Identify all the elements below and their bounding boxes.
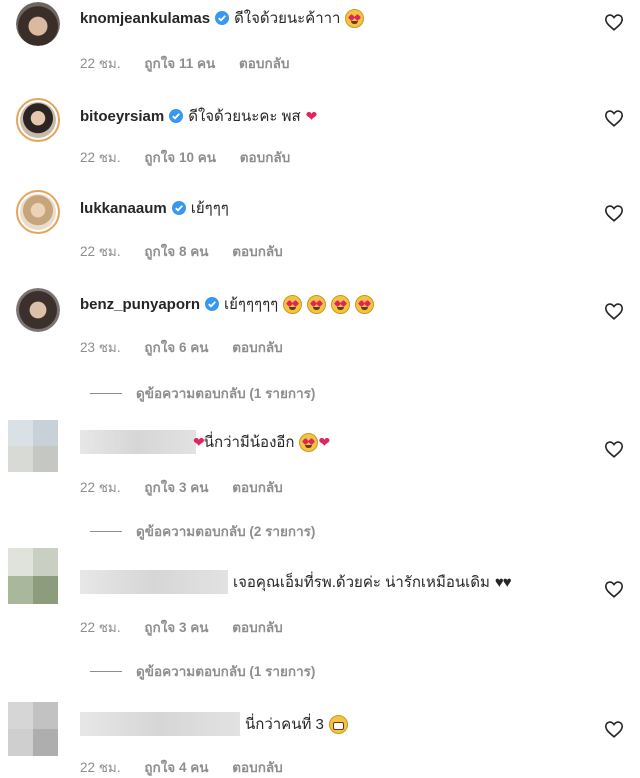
heart-outline-icon[interactable] xyxy=(604,204,624,222)
reply-button[interactable]: ตอบกลับ xyxy=(232,620,282,635)
reply-button[interactable]: ตอบกลับ xyxy=(239,56,289,71)
reply-button[interactable]: ตอบกลับ xyxy=(240,150,290,165)
heart-outline-icon[interactable] xyxy=(604,440,624,458)
heart-outline-icon[interactable] xyxy=(604,13,624,31)
comment-text: นี่กว่าคนที่ 3 xyxy=(245,716,324,733)
blurred-username xyxy=(80,712,240,736)
heart-eyes-emoji-icon xyxy=(355,294,375,314)
comment-text: เย้ๆๆๆ xyxy=(190,200,229,217)
heart-outline-icon[interactable] xyxy=(604,302,624,320)
comment-time[interactable]: 22 ชม. xyxy=(80,244,121,259)
divider xyxy=(90,530,122,532)
view-replies-button[interactable]: ดูข้อความตอบกลับ (1 รายการ) xyxy=(90,382,315,404)
comment-text: เจอคุณเอ็มที่รพ.ด้วยค่ะ น่ารักเหมือนเดิม xyxy=(233,574,490,591)
comment-time[interactable]: 22 ชม. xyxy=(80,480,121,495)
avatar[interactable] xyxy=(16,2,60,46)
grimacing-emoji-icon xyxy=(328,714,348,734)
likes-count[interactable]: ถูกใจ 4 คน xyxy=(144,760,208,775)
comment-text: เย้ๆๆๆๆๆ xyxy=(224,296,279,313)
heart-eyes-emoji-icon xyxy=(307,294,327,314)
likes-count[interactable]: ถูกใจ 8 คน xyxy=(144,244,208,259)
verified-badge-icon xyxy=(169,109,184,123)
username[interactable]: bitoeyrsiam xyxy=(80,108,164,125)
comment-text: นี่กว่ามีน้องอีก xyxy=(203,434,295,451)
view-replies-label: ดูข้อความตอบกลับ (1 รายการ) xyxy=(136,664,316,679)
comment-text: ดีใจด้วยนะคะ พส xyxy=(188,108,301,125)
likes-count[interactable]: ถูกใจ 10 คน xyxy=(144,150,216,165)
blurred-username xyxy=(80,430,196,454)
comment-time[interactable]: 22 ชม. xyxy=(80,56,121,71)
verified-badge-icon xyxy=(205,297,220,311)
divider xyxy=(90,392,122,394)
reply-button[interactable]: ตอบกลับ xyxy=(232,760,282,775)
heart-outline-icon[interactable] xyxy=(604,109,624,127)
username[interactable]: benz_punyaporn xyxy=(80,296,200,313)
avatar[interactable] xyxy=(16,190,60,234)
likes-count[interactable]: ถูกใจ 3 คน xyxy=(144,620,208,635)
comment-time[interactable]: 22 ชม. xyxy=(80,620,121,635)
avatar[interactable] xyxy=(8,420,58,472)
view-replies-button[interactable]: ดูข้อความตอบกลับ (1 รายการ) xyxy=(90,660,315,682)
username[interactable]: lukkanaaum xyxy=(80,200,167,217)
black-heart-emoji-icon: ♥♥ xyxy=(494,573,512,591)
reply-button[interactable]: ตอบกลับ xyxy=(232,244,282,259)
reply-button[interactable]: ตอบกลับ xyxy=(232,480,282,495)
likes-count[interactable]: ถูกใจ 6 คน xyxy=(144,340,208,355)
comment-time[interactable]: 22 ชม. xyxy=(80,150,121,165)
comment-text: ดีใจด้วยนะค้าาา xyxy=(234,10,341,27)
heart-eyes-emoji-icon xyxy=(345,8,365,28)
red-heart-emoji-icon: ❤ xyxy=(305,107,318,124)
comment-time[interactable]: 23 ชม. xyxy=(80,340,121,355)
avatar[interactable] xyxy=(8,548,58,604)
avatar[interactable] xyxy=(16,98,60,142)
view-replies-label: ดูข้อความตอบกลับ (2 รายการ) xyxy=(136,524,316,539)
avatar[interactable] xyxy=(8,702,58,756)
view-replies-button[interactable]: ดูข้อความตอบกลับ (2 รายการ) xyxy=(90,520,315,542)
verified-badge-icon xyxy=(171,201,186,215)
blurred-username xyxy=(80,570,228,594)
likes-count[interactable]: ถูกใจ 11 คน xyxy=(144,56,215,71)
username[interactable]: knomjeankulamas xyxy=(80,10,210,27)
heart-outline-icon[interactable] xyxy=(604,580,624,598)
divider xyxy=(90,670,122,672)
heart-eyes-emoji-icon xyxy=(331,294,351,314)
comment-time[interactable]: 22 ชม. xyxy=(80,760,121,775)
avatar[interactable] xyxy=(16,288,60,332)
heart-outline-icon[interactable] xyxy=(604,720,624,738)
red-heart-emoji-icon: ❤ xyxy=(318,433,331,450)
likes-count[interactable]: ถูกใจ 3 คน xyxy=(144,480,208,495)
heart-eyes-emoji-icon xyxy=(283,294,303,314)
heart-eyes-emoji-icon xyxy=(299,432,319,452)
view-replies-label: ดูข้อความตอบกลับ (1 รายการ) xyxy=(136,386,316,401)
verified-badge-icon xyxy=(215,11,230,25)
reply-button[interactable]: ตอบกลับ xyxy=(232,340,282,355)
